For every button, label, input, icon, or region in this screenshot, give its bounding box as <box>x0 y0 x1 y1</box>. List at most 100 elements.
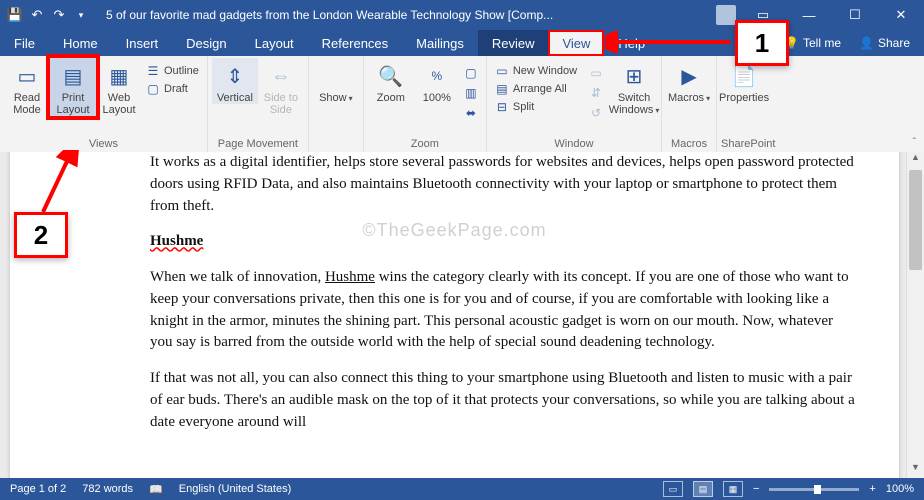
spellcheck-icon[interactable]: 📖 <box>149 483 163 496</box>
sync-scroll-button: ⇵ <box>585 84 607 102</box>
share-icon: 👤 <box>859 36 874 50</box>
read-mode-icon: ▭ <box>13 62 41 90</box>
group-caption: Zoom <box>368 136 482 152</box>
tell-me[interactable]: 💡Tell me <box>784 36 841 50</box>
share-button[interactable]: 👤Share <box>859 36 910 50</box>
chevron-down-icon: ▾ <box>349 94 353 103</box>
page-paper[interactable]: ©TheGeekPage.com It works as a digital i… <box>10 152 899 478</box>
tab-review[interactable]: Review <box>478 30 549 56</box>
print-layout-icon: ▤ <box>59 62 87 90</box>
page-width-button[interactable]: ⬌ <box>460 104 482 122</box>
print-layout-button[interactable]: ▤Print Layout <box>50 58 96 116</box>
web-layout-button[interactable]: ▦Web Layout <box>96 58 142 116</box>
slider-knob[interactable] <box>814 485 821 494</box>
multi-page-button[interactable]: ▥ <box>460 84 482 102</box>
arrange-all-button[interactable]: ▤Arrange All <box>491 80 581 98</box>
vertical-button[interactable]: ⇕Vertical <box>212 58 258 104</box>
zoom-in-icon[interactable]: + <box>869 483 875 495</box>
paragraph[interactable]: When we talk of innovation, Hushme wins … <box>150 267 859 354</box>
one-page-button[interactable]: ▢ <box>460 64 482 82</box>
language-indicator[interactable]: English (United States) <box>179 483 292 495</box>
tab-view[interactable]: View <box>548 30 604 56</box>
group-caption: Macros <box>666 136 712 152</box>
tab-insert[interactable]: Insert <box>112 30 173 56</box>
heading[interactable]: Hushme <box>150 231 859 253</box>
one-page-icon: ▢ <box>464 66 478 80</box>
zoom-slider[interactable] <box>769 488 859 491</box>
chevron-down-icon: ▾ <box>655 106 659 115</box>
tab-mailings[interactable]: Mailings <box>402 30 478 56</box>
redo-icon[interactable]: ↷ <box>50 6 68 24</box>
vertical-icon: ⇕ <box>221 62 249 90</box>
split-icon: ⊟ <box>495 100 509 114</box>
vertical-scrollbar[interactable]: ▲ ▼ <box>906 152 924 478</box>
zoom-icon: 🔍 <box>377 62 405 90</box>
switch-windows-button[interactable]: ⊞Switch Windows▾ <box>611 58 657 116</box>
close-button[interactable]: ✕ <box>878 0 924 30</box>
zoom-out-icon[interactable]: − <box>753 483 759 495</box>
group-sharepoint: 📄Properties SharePoint <box>717 56 779 152</box>
maximize-button[interactable]: ☐ <box>832 0 878 30</box>
print-view-icon[interactable]: ▤ <box>693 481 713 497</box>
side-icon: ⇔ <box>267 62 295 90</box>
new-window-button[interactable]: ▭New Window <box>491 62 581 80</box>
macros-icon: ▶ <box>675 62 703 90</box>
read-mode-button[interactable]: ▭Read Mode <box>4 58 50 116</box>
group-caption: SharePoint <box>721 136 775 152</box>
draft-button[interactable]: ▢Draft <box>142 80 203 98</box>
group-macros: ▶Macros▾ Macros <box>662 56 717 152</box>
status-bar: Page 1 of 2 782 words 📖 English (United … <box>0 478 924 500</box>
link-text: Hushme <box>325 269 375 285</box>
scrollbar-thumb[interactable] <box>909 170 922 270</box>
quick-access-toolbar: 💾 ↶ ↷ ▾ <box>0 6 96 24</box>
paragraph[interactable]: If that was not all, you can also connec… <box>150 368 859 433</box>
tab-layout[interactable]: Layout <box>241 30 308 56</box>
scroll-up-icon[interactable]: ▲ <box>907 152 924 168</box>
switch-icon: ⊞ <box>620 62 648 90</box>
arrow-1 <box>605 30 735 60</box>
page-indicator[interactable]: Page 1 of 2 <box>10 483 66 495</box>
outline-button[interactable]: ☰Outline <box>142 62 203 80</box>
zoom-level[interactable]: 100% <box>886 483 914 495</box>
zoom-button[interactable]: 🔍Zoom <box>368 58 414 104</box>
tab-file[interactable]: File <box>0 30 49 56</box>
tab-design[interactable]: Design <box>172 30 240 56</box>
word-count[interactable]: 782 words <box>82 483 133 495</box>
collapse-ribbon-icon[interactable]: ˆ <box>913 137 916 148</box>
macros-button[interactable]: ▶Macros▾ <box>666 58 712 104</box>
zoom-100-button[interactable]: %100% <box>414 58 460 104</box>
tab-home[interactable]: Home <box>49 30 112 56</box>
window-title: 5 of our favorite mad gadgets from the L… <box>96 8 716 22</box>
group-zoom: 🔍Zoom %100% ▢ ▥ ⬌ Zoom <box>364 56 487 152</box>
paragraph[interactable]: It works as a digital identifier, helps … <box>150 152 859 217</box>
split-button[interactable]: ⊟Split <box>491 98 581 116</box>
group-show: Show▾ <box>309 56 364 152</box>
callout-2: 2 <box>14 212 68 258</box>
multi-page-icon: ▥ <box>464 86 478 100</box>
account-avatar[interactable] <box>716 5 736 25</box>
qat-menu-icon[interactable]: ▾ <box>72 6 90 24</box>
show-button[interactable]: Show▾ <box>313 58 359 104</box>
group-caption: Views <box>4 136 203 152</box>
chevron-down-icon: ▾ <box>706 94 710 103</box>
callout-1: 1 <box>735 20 789 66</box>
tab-references[interactable]: References <box>308 30 402 56</box>
outline-icon: ☰ <box>146 64 160 78</box>
draft-icon: ▢ <box>146 82 160 96</box>
undo-icon[interactable]: ↶ <box>28 6 46 24</box>
group-views: ▭Read Mode ▤Print Layout ▦Web Layout ☰Ou… <box>0 56 208 152</box>
web-view-icon[interactable]: ▦ <box>723 481 743 497</box>
read-mode-view-icon[interactable]: ▭ <box>663 481 683 497</box>
new-window-icon: ▭ <box>495 64 509 78</box>
scroll-down-icon[interactable]: ▼ <box>907 462 924 478</box>
view-side-button: ▭ <box>585 64 607 82</box>
minimize-button[interactable]: — <box>786 0 832 30</box>
save-icon[interactable]: 💾 <box>6 6 24 24</box>
percent-icon: % <box>423 62 451 90</box>
reset-pos-button: ↺ <box>585 104 607 122</box>
group-caption: Window <box>491 136 657 152</box>
side-to-side-button: ⇔Side to Side <box>258 58 304 116</box>
page-width-icon: ⬌ <box>464 106 478 120</box>
arrow-2 <box>38 150 88 220</box>
document-area: ©TheGeekPage.com It works as a digital i… <box>0 152 924 478</box>
